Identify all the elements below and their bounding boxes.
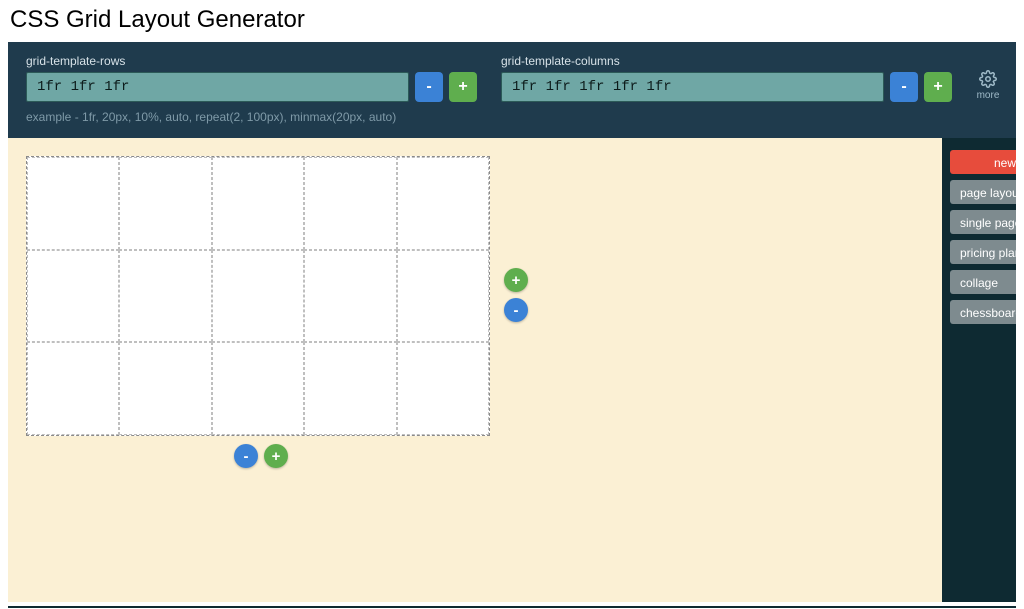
cols-row: - + <box>501 72 952 102</box>
page-title: CSS Grid Layout Generator <box>0 0 1024 42</box>
preset-collage-button[interactable]: collage <box>950 270 1016 294</box>
gear-icon <box>979 70 997 88</box>
more-label: more <box>977 90 1000 101</box>
column-controls: + - <box>504 268 528 322</box>
add-column-button[interactable]: + <box>504 268 528 292</box>
cols-add-button[interactable]: + <box>924 72 952 102</box>
grid-cell[interactable] <box>397 250 489 343</box>
cols-remove-button[interactable]: - <box>890 72 918 102</box>
grid-cell[interactable] <box>397 157 489 250</box>
canvas-area: + - - + <box>8 138 942 602</box>
bottom-divider <box>8 606 1016 608</box>
rows-row: - + <box>26 72 477 102</box>
preset-single-page-button[interactable]: single page <box>950 210 1016 234</box>
add-row-button[interactable]: + <box>264 444 288 468</box>
grid-preview[interactable] <box>26 156 490 436</box>
cols-group: grid-template-columns - + <box>501 54 952 102</box>
example-hint: example - 1fr, 20px, 10%, auto, repeat(2… <box>26 110 477 124</box>
grid-cell[interactable] <box>119 250 211 343</box>
rows-add-button[interactable]: + <box>449 72 477 102</box>
preset-pricing-plan-button[interactable]: pricing plan <box>950 240 1016 264</box>
grid-cell[interactable] <box>397 342 489 435</box>
rows-group: grid-template-rows - + example - 1fr, 20… <box>26 54 477 124</box>
preset-new-button[interactable]: new <box>950 150 1016 174</box>
cols-label: grid-template-columns <box>501 54 952 68</box>
preset-sidebar: new page layout single page pricing plan col… <box>942 138 1016 602</box>
rows-remove-button[interactable]: - <box>415 72 443 102</box>
topbar: grid-template-rows - + example - 1fr, 20… <box>8 42 1016 138</box>
grid-cell[interactable] <box>119 157 211 250</box>
more-options[interactable]: more <box>976 54 1000 101</box>
grid-cell[interactable] <box>212 342 304 435</box>
row-controls: - + <box>234 444 288 468</box>
grid-cell[interactable] <box>304 157 396 250</box>
preset-chessboard-button[interactable]: chessboard <box>950 300 1016 324</box>
remove-column-button[interactable]: - <box>504 298 528 322</box>
grid-cell[interactable] <box>27 342 119 435</box>
grid-cell[interactable] <box>27 157 119 250</box>
grid-cell[interactable] <box>119 342 211 435</box>
rows-label: grid-template-rows <box>26 54 477 68</box>
grid-cell[interactable] <box>212 157 304 250</box>
grid-template-columns-input[interactable] <box>501 72 884 102</box>
grid-cell[interactable] <box>27 250 119 343</box>
grid-cell[interactable] <box>304 250 396 343</box>
preset-page-layout-button[interactable]: page layout <box>950 180 1016 204</box>
grid-cell[interactable] <box>212 250 304 343</box>
main-area: + - - + new page layout single page pricing… <box>8 138 1016 602</box>
remove-row-button[interactable]: - <box>234 444 258 468</box>
grid-template-rows-input[interactable] <box>26 72 409 102</box>
grid-cell[interactable] <box>304 342 396 435</box>
